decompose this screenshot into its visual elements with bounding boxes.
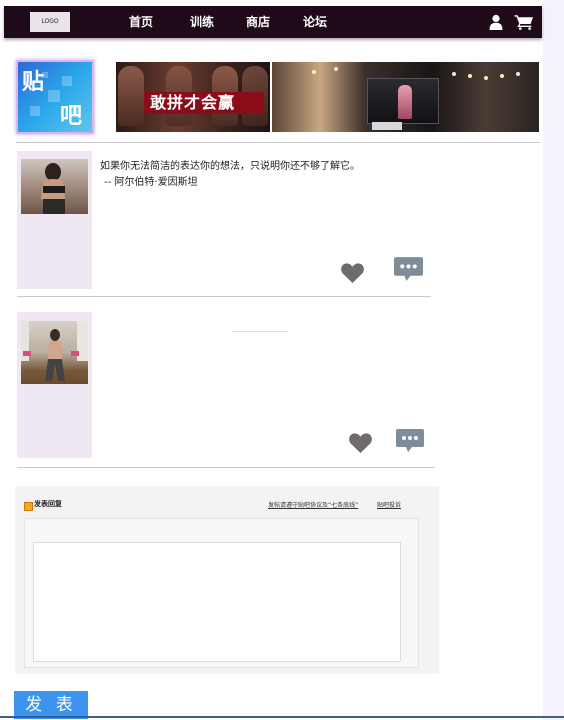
forum-logo[interactable]: 贴 吧 — [16, 60, 94, 134]
nav-item-shop[interactable]: 商店 — [246, 6, 270, 38]
nav-item-forum[interactable]: 论坛 — [303, 6, 327, 38]
forum-logo-char-1: 贴 — [22, 69, 45, 95]
banner-image-gym-store[interactable] — [272, 62, 539, 132]
forum-logo-char-2: 吧 — [60, 103, 83, 129]
page-right-gutter — [543, 0, 564, 720]
heart-icon[interactable] — [340, 262, 365, 284]
banner-divider — [16, 142, 540, 143]
user-icon[interactable] — [488, 14, 504, 30]
reply-edit-icon — [24, 502, 33, 511]
post-author-avatar[interactable] — [21, 159, 88, 214]
post-content-placeholder — [232, 331, 288, 332]
submit-reply-button[interactable]: 发 表 — [14, 691, 88, 719]
banner-slogan: 敢拼才会赢 — [150, 93, 236, 112]
heart-icon[interactable] — [348, 432, 373, 454]
site-logo[interactable]: LOGO — [30, 12, 70, 32]
reply-textarea[interactable] — [33, 542, 401, 662]
posting-rules-link[interactable]: 发帖请遵守贴吧协议及“七条底线” — [268, 500, 358, 509]
comment-icon[interactable] — [396, 429, 424, 453]
reply-title: 发表回复 — [34, 500, 62, 508]
post-divider — [17, 296, 431, 297]
nav-item-training[interactable]: 训练 — [190, 6, 214, 38]
report-link[interactable]: 贴吧投诉 — [377, 500, 401, 509]
cart-icon[interactable] — [514, 14, 534, 30]
post-quote-author: -- 阿尔伯特·爱因斯坦 — [104, 177, 198, 188]
post-author-avatar[interactable] — [21, 321, 88, 384]
post-divider — [17, 467, 435, 468]
comment-icon[interactable] — [394, 257, 423, 282]
banner-image-fitness[interactable]: 敢拼才会赢 — [116, 62, 270, 132]
top-navbar: LOGO 首页 训练 商店 论坛 — [4, 6, 542, 38]
reply-editor-frame — [24, 518, 419, 668]
nav-item-home[interactable]: 首页 — [129, 6, 153, 38]
reply-panel: 发表回复 发帖请遵守贴吧协议及“七条底线” 贴吧投诉 — [15, 486, 439, 674]
post-quote-text: 如果你无法简洁的表达你的想法，只说明你还不够了解它。 — [100, 161, 360, 172]
bottom-border — [0, 716, 564, 718]
